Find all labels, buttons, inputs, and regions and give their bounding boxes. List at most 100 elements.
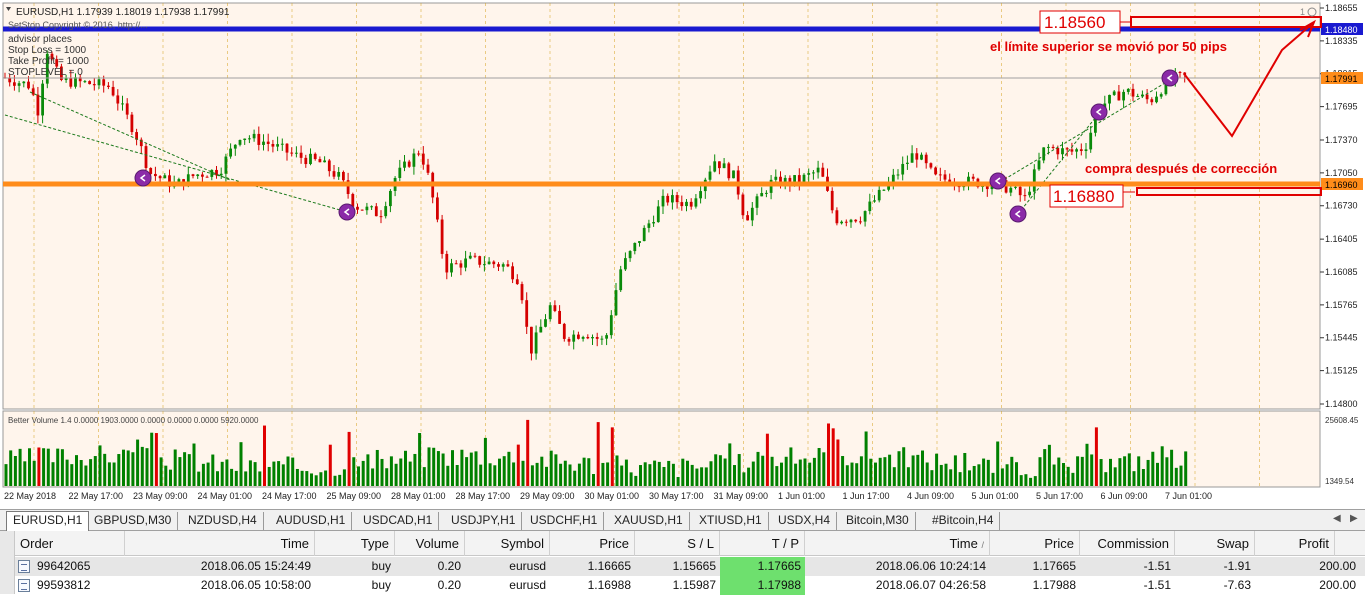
table-row[interactable]: 99593812 2018.06.05 10:58:00 buy 0.20 eu… (15, 576, 1365, 595)
volume-bar (183, 452, 187, 486)
col-type[interactable]: Type (315, 531, 395, 556)
volume-bar (51, 462, 55, 486)
volume-bar (338, 474, 342, 486)
bull-candle (1122, 91, 1125, 101)
tab-eurusd-h1[interactable]: EURUSD,H1 (6, 511, 90, 531)
trade-marker-icon[interactable] (338, 203, 356, 221)
col-profit[interactable]: Profit (1255, 531, 1335, 556)
price-tick-label: 1.18655 (1325, 3, 1358, 13)
tab-bitcoin-m30[interactable]: Bitcoin,M30 (840, 512, 916, 530)
volume-bar (394, 463, 398, 486)
bear-candle (943, 174, 947, 180)
volume-bar (624, 459, 628, 486)
volume-bar (460, 449, 464, 486)
volume-bar (1076, 456, 1080, 486)
volume-bar (244, 471, 248, 486)
symbol: eurusd (509, 559, 546, 573)
volume-bar (399, 458, 403, 486)
tab-xtiusd-h1[interactable]: XTIUSD,H1 (693, 512, 769, 530)
trade-marker-icon[interactable] (1161, 69, 1179, 87)
bear-candle (299, 152, 303, 158)
sort-desc-icon: / (981, 540, 984, 550)
bear-candle (835, 210, 839, 224)
table-row[interactable]: 99642065 2018.06.05 15:24:49 buy 0.20 eu… (15, 557, 1365, 576)
col-symbol[interactable]: Symbol (465, 531, 550, 556)
bear-candle (440, 219, 444, 254)
bull-candle (572, 334, 576, 342)
chart-symbol-header: EURUSD,H1 1.17939 1.18019 1.17938 1.1799… (16, 7, 230, 18)
volume-bar (751, 461, 755, 486)
bear-candle (595, 337, 599, 339)
tab-gbpusd-m30[interactable]: GBPUSD,M30 (88, 512, 179, 530)
bear-candle (1018, 186, 1022, 196)
tab-scroll-right-icon[interactable]: ▶ (1350, 513, 1358, 524)
tab-usdx-h4[interactable]: USDX,H4 (772, 512, 838, 530)
col-sl[interactable]: S / L (635, 531, 720, 556)
volume-bar (507, 451, 511, 486)
volume-bar (1141, 469, 1145, 486)
bear-candle (525, 300, 529, 327)
volume-bar (737, 454, 741, 486)
col-close-price[interactable]: Price (990, 531, 1080, 556)
bull-candle (1028, 191, 1031, 196)
bull-candle (487, 261, 491, 265)
bull-candle (1159, 94, 1163, 97)
bull-candle (121, 103, 124, 105)
bull-candle (1089, 132, 1093, 150)
col-open-time[interactable]: Time (125, 531, 315, 556)
volume-bar (98, 445, 102, 486)
volume-bar (75, 455, 78, 486)
bull-candle (412, 153, 416, 167)
volume-bar (310, 473, 313, 486)
bull-candle (41, 83, 44, 116)
col-swap[interactable]: Swap (1175, 531, 1255, 556)
buy-after-correction-note: compra después de corrección (1085, 161, 1277, 176)
trade-marker-icon[interactable] (134, 169, 152, 187)
col-close-time[interactable]: Time / (805, 531, 990, 556)
bull-candle (896, 174, 900, 176)
volume-bar (418, 433, 422, 486)
price-chart-window[interactable]: 1.186551.183351.180151.176951.173701.170… (0, 0, 1365, 510)
col-price[interactable]: Price (550, 531, 635, 556)
bear-candle (971, 176, 975, 179)
tab-audusd-h1[interactable]: AUDUSD,H1 (270, 512, 353, 530)
volume-bar (32, 460, 36, 486)
trade-marker-icon[interactable] (989, 172, 1007, 190)
bull-candle (468, 255, 472, 259)
volume-bar (657, 461, 661, 486)
bear-candle (342, 171, 345, 181)
bull-candle (628, 251, 632, 259)
volume-bar (28, 448, 31, 486)
bull-candle (243, 138, 247, 141)
col-volume[interactable]: Volume (395, 531, 465, 556)
commission: -1.51 (1143, 559, 1171, 573)
bear-candle (426, 164, 430, 173)
trade-marker-icon[interactable] (1009, 205, 1027, 223)
tab-usdjpy-h1[interactable]: USDJPY,H1 (445, 512, 523, 530)
bear-candle (374, 206, 378, 217)
volume-bar (596, 422, 600, 486)
price-chart[interactable]: 1.186551.183351.180151.176951.173701.170… (0, 0, 1365, 510)
col-commission[interactable]: Commission (1080, 531, 1175, 556)
col-tp[interactable]: T / P (720, 531, 805, 556)
volume-bar (1024, 474, 1028, 486)
col-order[interactable]: Order (15, 531, 125, 556)
tab-scroll-left-icon[interactable]: ◀ (1333, 513, 1341, 524)
bull-candle (539, 326, 543, 333)
volume-bar (1066, 466, 1070, 486)
time-axis-label: 22 May 2018 (4, 491, 56, 501)
open-price: 1.16988 (587, 578, 631, 592)
bear-candle (666, 195, 670, 203)
bear-candle (520, 284, 524, 301)
tab-bitcoin-h4[interactable]: #Bitcoin,H4 (926, 512, 1001, 530)
tab-usdchf-h1[interactable]: USDCHF,H1 (524, 512, 605, 530)
volume-bar (18, 448, 22, 486)
tab-nzdusd-h4[interactable]: NZDUSD,H4 (182, 512, 264, 530)
tab-usdcad-h1[interactable]: USDCAD,H1 (357, 512, 440, 530)
bear-candle (215, 169, 218, 176)
tab-xauusd-h1[interactable]: XAUUSD,H1 (608, 512, 690, 530)
volume-bar (690, 464, 694, 486)
bull-candle (224, 156, 228, 174)
trade-marker-icon[interactable] (1090, 103, 1108, 121)
volume-bar (1109, 458, 1112, 486)
